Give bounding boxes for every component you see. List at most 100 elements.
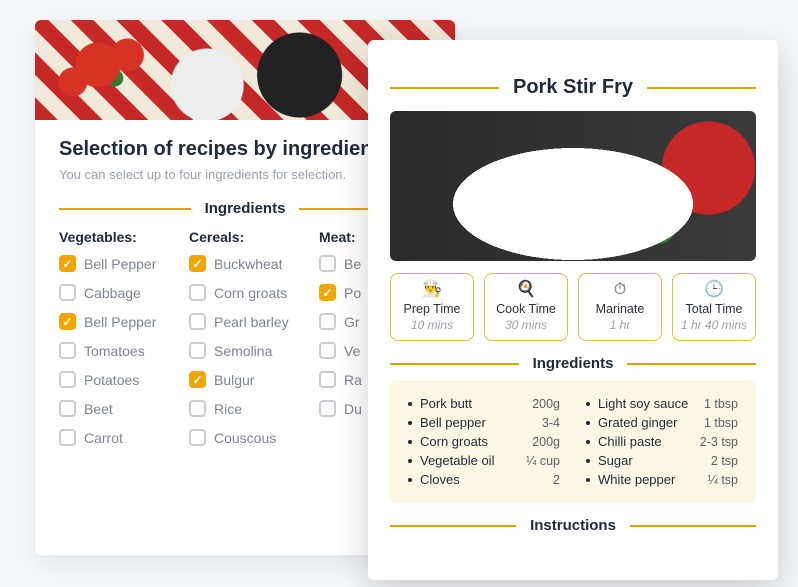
time-box: 🍳 Cook Time 30 mins: [484, 273, 568, 341]
recipe-ingredient-line: Corn groats200g: [408, 434, 560, 449]
ingredient-checkbox[interactable]: Rice: [189, 400, 319, 417]
ingredient-label: Tomatoes: [84, 343, 145, 359]
bullet-icon: [408, 440, 412, 444]
checkbox-icon: [59, 400, 76, 417]
pot-icon: 🍳: [489, 282, 563, 298]
ingredient-label: Ve: [344, 343, 360, 359]
recipe-ingredient-line: Cloves2: [408, 472, 560, 487]
bullet-icon: [586, 421, 590, 425]
checkbox-icon: [189, 255, 206, 272]
ingredient-checkbox[interactable]: Semolina: [189, 342, 319, 359]
ingredient-label: Pearl barley: [214, 314, 289, 330]
ingredient-label: Bell Pepper: [84, 314, 156, 330]
ingredient-name: Corn groats: [420, 434, 532, 449]
recipe-times-row: 👨‍🍳Prep Time10 mins 🍳 Cook Time 30 mins ⏱ Mar…: [390, 273, 756, 341]
recipe-ingredient-line: Pork butt200g: [408, 396, 560, 411]
checkbox-icon: [59, 255, 76, 272]
ingredient-label: Carrot: [84, 430, 123, 446]
ingredient-label: Couscous: [214, 430, 276, 446]
checkbox-icon: [319, 371, 336, 388]
ingredient-amount: 200g: [532, 435, 560, 449]
recipe-ingredients-heading: Ingredients: [390, 355, 756, 372]
ingredient-label: Corn groats: [214, 285, 287, 301]
recipe-title-row: Pork Stir Fry: [390, 76, 756, 99]
ingredient-name: Grated ginger: [598, 415, 704, 430]
ingredient-checkbox[interactable]: Pearl barley: [189, 313, 319, 330]
recipe-ingredient-line: Vegetable oil¼ cup: [408, 453, 560, 468]
ingredient-label: Po: [344, 285, 361, 301]
ingredient-amount: 2-3 tsp: [700, 435, 738, 449]
checkbox-icon: [319, 313, 336, 330]
time-box: 👨‍🍳Prep Time10 mins: [390, 273, 474, 341]
ingredient-label: Gr: [344, 314, 360, 330]
time-label: Marinate: [583, 302, 657, 316]
recipe-ingredient-line: Chilli paste2-3 tsp: [586, 434, 738, 449]
ingredients-heading-label: Ingredients: [205, 200, 286, 217]
timer-icon: ⏱: [583, 282, 657, 298]
recipe-instructions-heading: Instructions: [390, 517, 756, 534]
ingredient-label: Rice: [214, 401, 242, 417]
recipe-hero-image: [390, 111, 756, 261]
recipe-ingredient-line: Grated ginger1 tbsp: [586, 415, 738, 430]
bullet-icon: [586, 459, 590, 463]
checkbox-icon: [59, 284, 76, 301]
bullet-icon: [408, 421, 412, 425]
checkbox-icon: [189, 400, 206, 417]
ingredient-checkbox[interactable]: Bell Pepper: [59, 313, 189, 330]
recipe-ingredient-line: Sugar2 tsp: [586, 453, 738, 468]
checkbox-icon: [189, 284, 206, 301]
ingredient-checkbox[interactable]: Bulgur: [189, 371, 319, 388]
time-value: 10 mins: [395, 318, 469, 332]
time-box: ⏱ Marinate 1 hr: [578, 273, 662, 341]
ingredient-column-title: Vegetables:: [59, 229, 189, 245]
ingredient-amount: ¼ tsp: [707, 473, 738, 487]
ingredient-checkbox[interactable]: Potatoes: [59, 371, 189, 388]
checkbox-icon: [189, 371, 206, 388]
bullet-icon: [408, 478, 412, 482]
ingredient-column: Cereals: Buckwheat Corn groats Pearl barley…: [189, 229, 319, 458]
ingredient-name: White pepper: [598, 472, 707, 487]
clock-icon: 🕒: [677, 282, 751, 298]
bullet-icon: [408, 459, 412, 463]
time-value: 1 hr: [583, 318, 657, 332]
bullet-icon: [586, 478, 590, 482]
ingredient-checkbox[interactable]: Bell Pepper: [59, 255, 189, 272]
checkbox-icon: [189, 342, 206, 359]
ingredient-name: Bell pepper: [420, 415, 542, 430]
checkbox-icon: [59, 371, 76, 388]
ingredient-checkbox[interactable]: Cabbage: [59, 284, 189, 301]
ingredient-checkbox[interactable]: Corn groats: [189, 284, 319, 301]
ingredient-label: Buckwheat: [214, 256, 282, 272]
recipe-ingredient-line: Light soy sauce1 tbsp: [586, 396, 738, 411]
ingredient-name: Chilli paste: [598, 434, 700, 449]
ingredient-amount: 1 tbsp: [704, 397, 738, 411]
time-value: 30 mins: [489, 318, 563, 332]
bullet-icon: [408, 402, 412, 406]
time-box: 🕒Total Time1 hr 40 mins: [672, 273, 756, 341]
ingredient-name: Light soy sauce: [598, 396, 704, 411]
ingredient-label: Be: [344, 256, 361, 272]
recipe-ingredient-line: White pepper¼ tsp: [586, 472, 738, 487]
checkbox-icon: [59, 313, 76, 330]
ingredient-checkbox[interactable]: Tomatoes: [59, 342, 189, 359]
recipe-title: Pork Stir Fry: [513, 76, 633, 99]
ingredient-amount: 2 tsp: [711, 454, 738, 468]
ingredient-label: Bell Pepper: [84, 256, 156, 272]
ingredient-amount: 3-4: [542, 416, 560, 430]
ingredient-label: Potatoes: [84, 372, 139, 388]
ingredient-column-title: Cereals:: [189, 229, 319, 245]
ingredient-amount: 1 tbsp: [704, 416, 738, 430]
checkbox-icon: [59, 342, 76, 359]
ingredient-amount: 200g: [532, 397, 560, 411]
ingredient-name: Sugar: [598, 453, 711, 468]
ingredient-checkbox[interactable]: Buckwheat: [189, 255, 319, 272]
ingredient-checkbox[interactable]: Beet: [59, 400, 189, 417]
ingredient-checkbox[interactable]: Carrot: [59, 429, 189, 446]
recipe-instructions-label: Instructions: [530, 517, 616, 534]
recipe-ingredients-label: Ingredients: [533, 355, 614, 372]
recipe-ingredients-card: Pork butt200gBell pepper3-4Corn groats20…: [390, 380, 756, 503]
ingredient-label: Du: [344, 401, 362, 417]
checkbox-icon: [319, 284, 336, 301]
time-label: Cook Time: [489, 302, 563, 316]
ingredient-checkbox[interactable]: Couscous: [189, 429, 319, 446]
